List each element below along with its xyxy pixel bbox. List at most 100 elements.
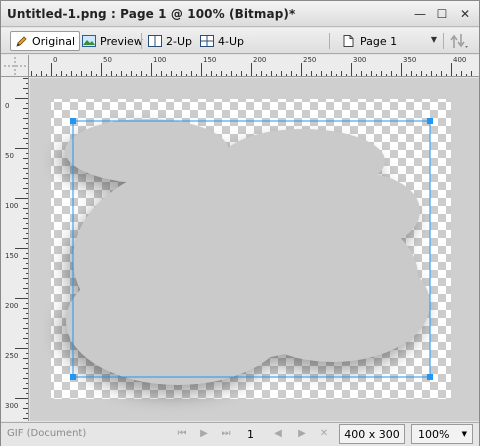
- ruler-tick: [23, 328, 28, 329]
- ruler-tick: [26, 163, 28, 164]
- page-select-value: Page 1: [360, 34, 398, 48]
- ruler-tick: [36, 74, 37, 76]
- maximize-button[interactable]: ☐: [433, 6, 451, 22]
- ruler-tick: [23, 158, 28, 159]
- ruler-tick: [23, 188, 28, 189]
- ruler-tick: [251, 63, 252, 76]
- export-icon[interactable]: [449, 32, 469, 53]
- ruler-tick: [451, 63, 452, 76]
- title-bar[interactable]: Untitled-1.png : Page 1 @ 100% (Bitmap)*…: [1, 1, 479, 27]
- ruler-tick: [66, 74, 67, 76]
- selection-handle[interactable]: [70, 374, 76, 380]
- last-frame-icon[interactable]: ⏭: [219, 427, 233, 441]
- vertical-ruler[interactable]: 0 50 100 150 200 250 300: [1, 77, 29, 421]
- ruler-tick: [26, 243, 28, 244]
- selection-handle[interactable]: [427, 118, 433, 124]
- ruler-tick: [166, 74, 167, 76]
- next-frame-icon[interactable]: ▶: [295, 427, 309, 441]
- ruler-tick: [23, 378, 28, 379]
- selection-handle[interactable]: [70, 118, 76, 124]
- ruler-tick: [23, 238, 28, 239]
- original-view-label: Original: [32, 34, 76, 48]
- ruler-tick: [23, 368, 28, 369]
- ruler-tick: [106, 74, 107, 76]
- ruler-tick: [151, 63, 152, 76]
- ruler-tick: [26, 93, 28, 94]
- ruler-tick: [51, 63, 52, 76]
- ruler-label: 200: [253, 56, 267, 64]
- ruler-tick: [421, 71, 422, 76]
- chevron-down-icon: ▼: [461, 430, 467, 438]
- ruler-tick: [31, 71, 32, 76]
- ruler-tick: [26, 413, 28, 414]
- document-window: Untitled-1.png : Page 1 @ 100% (Bitmap)*…: [0, 0, 480, 446]
- ruler-tick: [26, 293, 28, 294]
- horizontal-ruler[interactable]: 0 50 100 150 200 250 300 350 400: [29, 55, 479, 77]
- ruler-tick: [26, 183, 28, 184]
- selection-handle[interactable]: [427, 374, 433, 380]
- format-label[interactable]: GIF (Document): [7, 428, 86, 439]
- ruler-tick: [266, 74, 267, 76]
- first-frame-icon[interactable]: ⏮: [175, 427, 189, 441]
- ruler-tick: [26, 123, 28, 124]
- ruler-tick: [161, 71, 162, 76]
- original-view-button[interactable]: Original: [10, 31, 81, 51]
- ruler-tick: [26, 83, 28, 84]
- ruler-tick: [366, 74, 367, 76]
- ruler-tick: [23, 218, 28, 219]
- two-up-view-button[interactable]: 2-Up: [144, 31, 196, 51]
- ruler-tick: [26, 323, 28, 324]
- minimize-button[interactable]: —: [411, 6, 429, 22]
- dimensions-display[interactable]: 400 x 300: [339, 424, 405, 444]
- ruler-tick: [376, 74, 377, 76]
- ruler-tick: [116, 74, 117, 76]
- toolbar-separator: [329, 33, 330, 49]
- stop-icon[interactable]: ✕: [317, 427, 331, 441]
- ruler-tick: [23, 338, 28, 339]
- ruler-tick: [15, 98, 28, 99]
- preview-view-button[interactable]: Preview: [78, 31, 147, 51]
- ruler-corner[interactable]: [1, 55, 29, 77]
- four-up-view-button[interactable]: 4-Up: [196, 31, 248, 51]
- ruler-tick: [15, 348, 28, 349]
- close-button[interactable]: ✕: [456, 6, 474, 22]
- document-canvas[interactable]: [30, 78, 479, 421]
- ruler-tick: [26, 333, 28, 334]
- ruler-tick: [26, 373, 28, 374]
- ruler-label: 150: [5, 252, 19, 260]
- zoom-select[interactable]: 100% ▼: [411, 424, 473, 444]
- ruler-tick: [336, 74, 337, 76]
- ruler-tick: [23, 208, 28, 209]
- ruler-tick: [191, 71, 192, 76]
- ruler-tick: [46, 74, 47, 76]
- ruler-tick: [23, 308, 28, 309]
- ruler-tick: [23, 228, 28, 229]
- ruler-tick: [23, 168, 28, 169]
- ruler-tick: [371, 71, 372, 76]
- ruler-tick: [23, 108, 28, 109]
- play-icon[interactable]: ▶: [197, 427, 211, 441]
- ruler-tick: [271, 71, 272, 76]
- canvas-area[interactable]: [30, 78, 479, 421]
- ruler-tick: [416, 74, 417, 76]
- ruler-tick: [71, 71, 72, 76]
- cloud-shape[interactable]: [65, 119, 430, 385]
- ruler-label: 150: [203, 56, 217, 64]
- ruler-tick: [436, 74, 437, 76]
- ruler-tick: [281, 71, 282, 76]
- ruler-tick: [401, 63, 402, 76]
- ruler-tick: [411, 71, 412, 76]
- ruler-tick: [23, 118, 28, 119]
- ruler-tick: [211, 71, 212, 76]
- prev-frame-icon[interactable]: ◀: [271, 427, 285, 441]
- ruler-tick: [26, 223, 28, 224]
- ruler-tick: [446, 74, 447, 76]
- ruler-tick: [386, 74, 387, 76]
- ruler-tick: [111, 71, 112, 76]
- ruler-tick: [426, 74, 427, 76]
- ruler-tick: [146, 74, 147, 76]
- ruler-tick: [26, 303, 28, 304]
- ruler-tick: [26, 403, 28, 404]
- ruler-tick: [26, 173, 28, 174]
- page-select[interactable]: Page 1 ▼: [337, 31, 441, 51]
